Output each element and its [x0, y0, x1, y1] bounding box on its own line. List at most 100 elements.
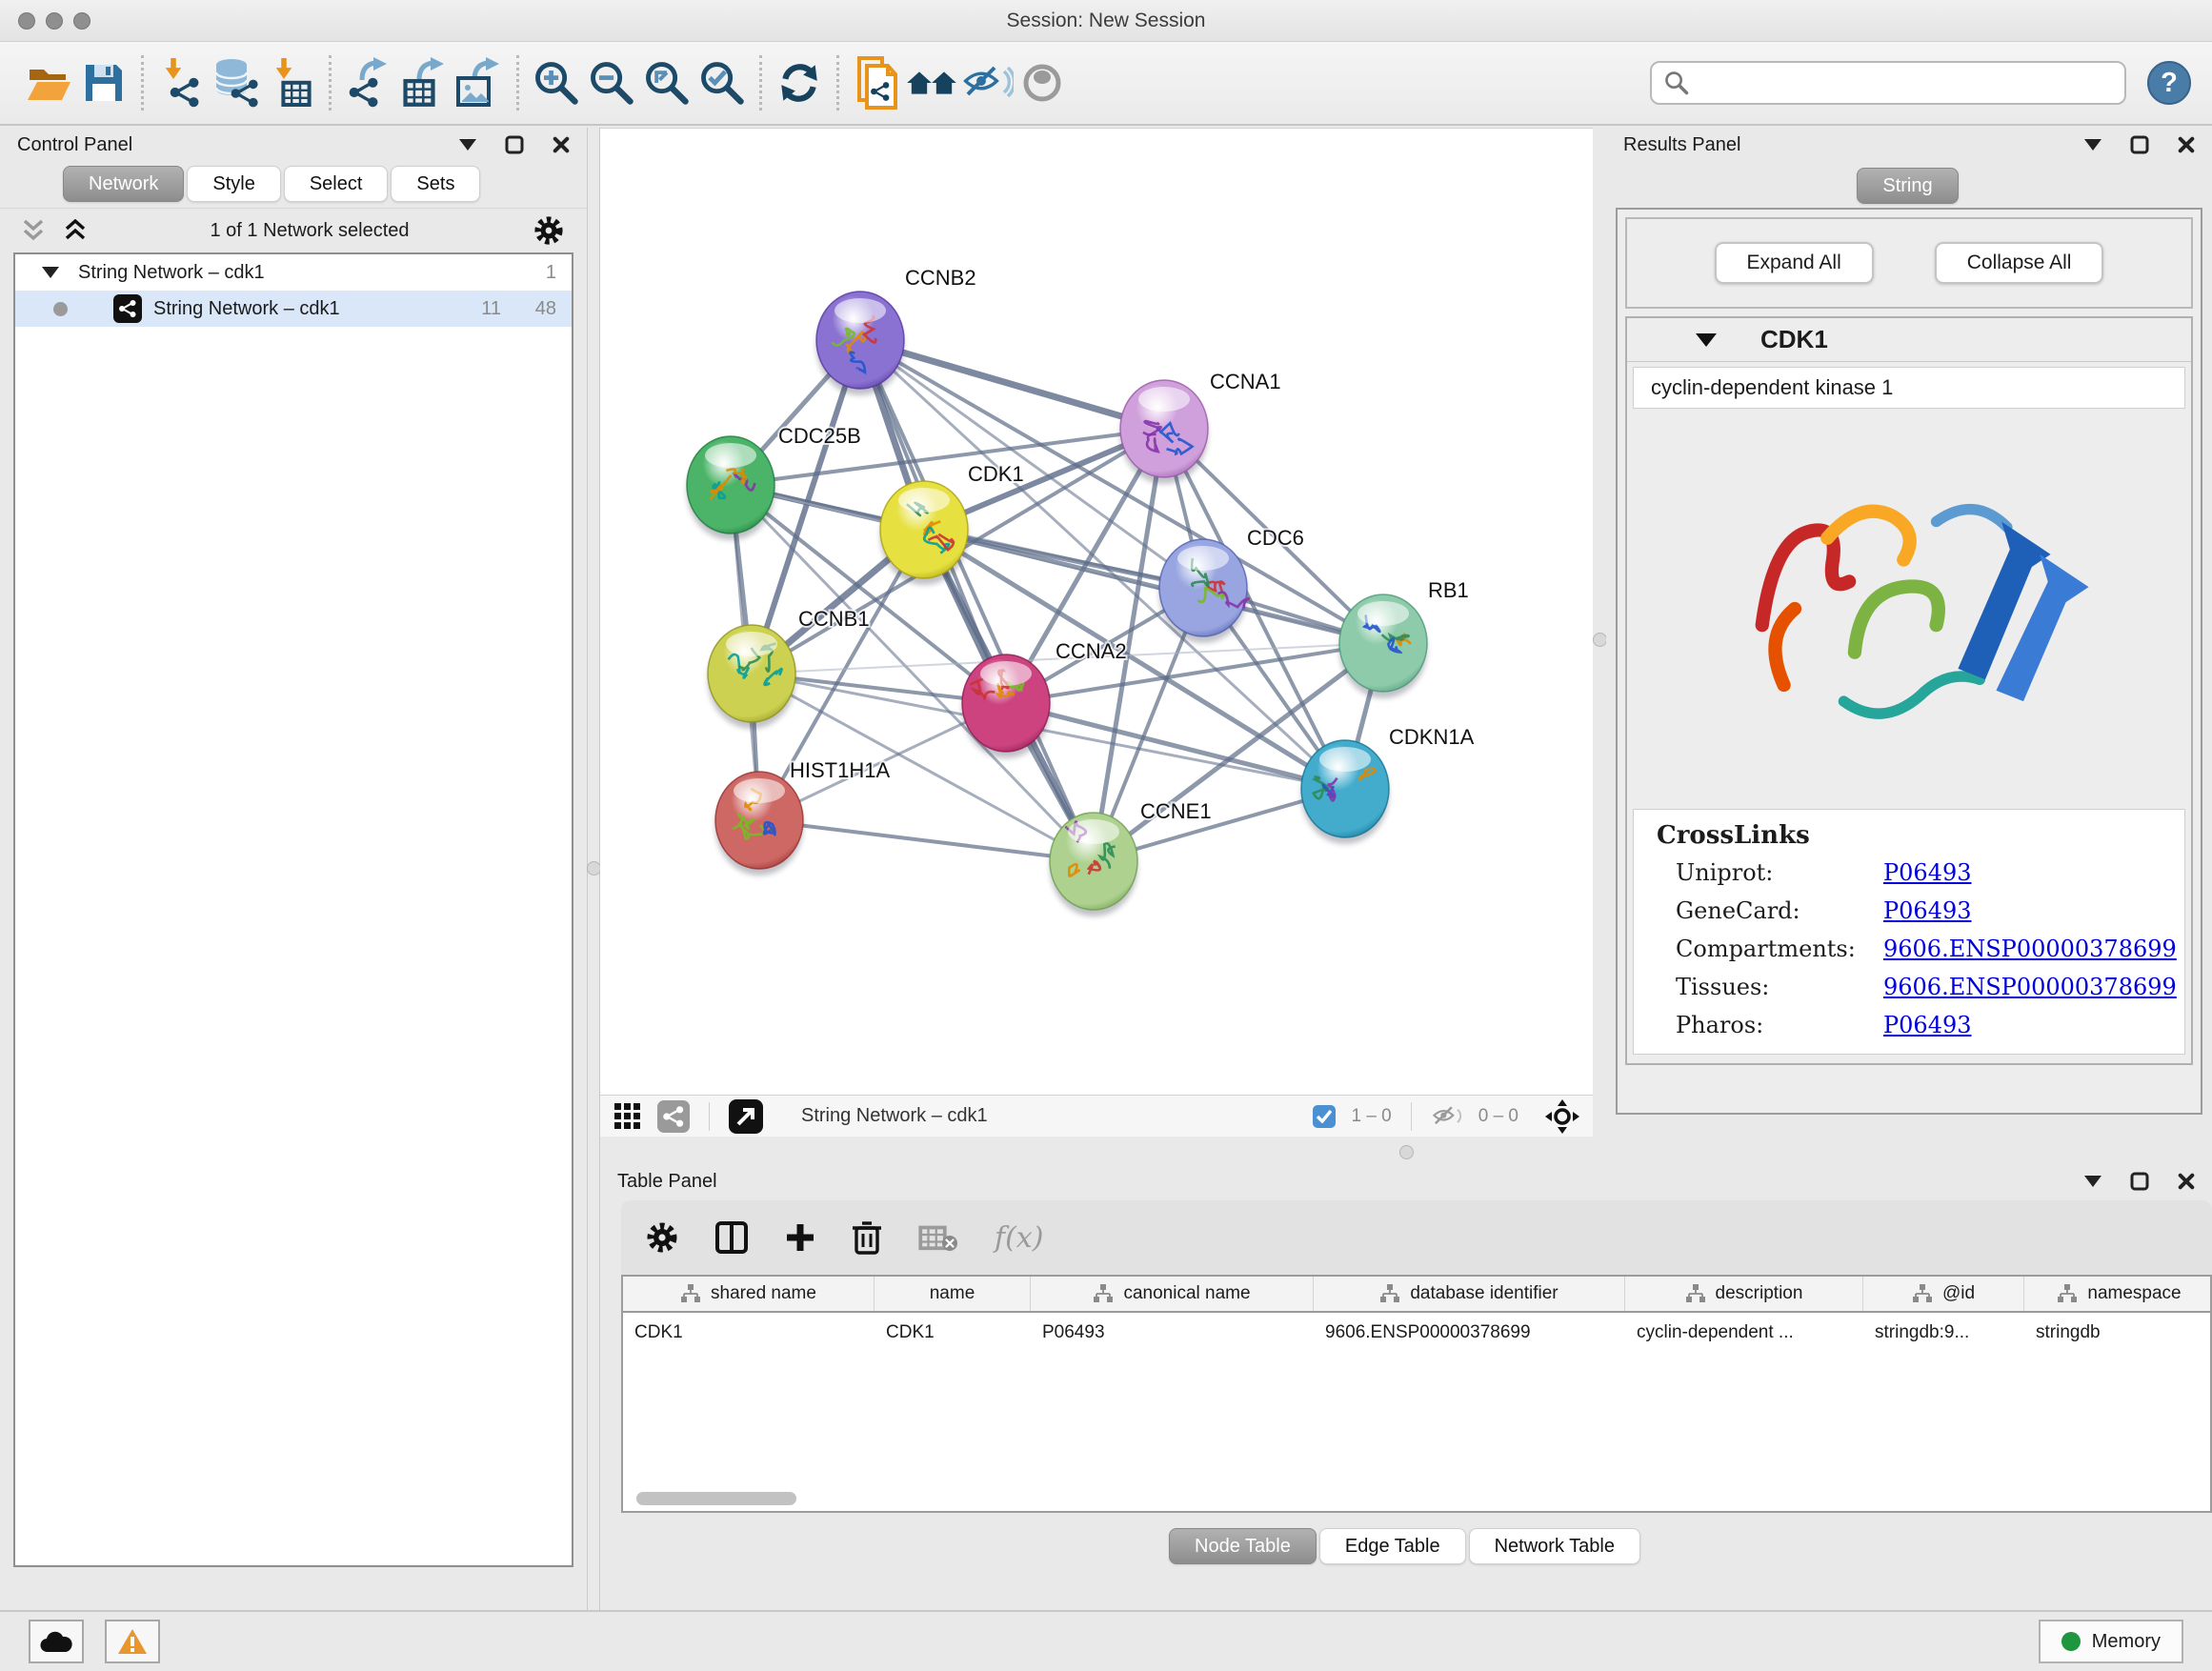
export-network-button[interactable]: [341, 53, 396, 112]
column-header-database-identifier[interactable]: database identifier: [1314, 1277, 1625, 1311]
help-button[interactable]: ?: [2147, 61, 2191, 105]
crosslink-compartments-link[interactable]: 9606.ENSP00000378699: [1883, 936, 2184, 962]
network-node-ccne1[interactable]: CCNE1: [1050, 799, 1212, 916]
clone-network-button[interactable]: [849, 53, 904, 112]
save-session-button[interactable]: [76, 53, 131, 112]
table-cell[interactable]: CDK1: [623, 1322, 875, 1343]
network-node-ccnb2[interactable]: CCNB2: [816, 266, 976, 395]
search-box[interactable]: [1650, 61, 2126, 105]
tab-node-table[interactable]: Node Table: [1169, 1528, 1317, 1564]
network-node-cdkn1a[interactable]: CDKN1A: [1301, 725, 1475, 844]
zoom-out-button[interactable]: [584, 53, 639, 112]
export-table-button[interactable]: [396, 53, 452, 112]
column-header-shared-name[interactable]: shared name: [623, 1277, 875, 1311]
column-header-name[interactable]: name: [875, 1277, 1031, 1311]
import-table-from-file-button[interactable]: [264, 53, 319, 112]
zoom-selected-button[interactable]: [694, 53, 750, 112]
network-canvas[interactable]: CCNB2CCNA1CDC25BCDK1CDC6RB1CCNB1CCNA2CDK…: [600, 129, 1593, 1095]
close-panel-icon[interactable]: [2178, 1173, 2195, 1190]
tab-string[interactable]: String: [1857, 168, 1958, 204]
expand-all-chevron-icon[interactable]: [65, 219, 86, 242]
selected-checkbox[interactable]: [1313, 1105, 1336, 1128]
network-edge[interactable]: [860, 340, 1094, 861]
crosslink-pharos-link[interactable]: P06493: [1883, 1012, 2184, 1038]
open-session-button[interactable]: [21, 53, 76, 112]
gene-section-header[interactable]: CDK1: [1627, 318, 2191, 362]
float-panel-icon[interactable]: [505, 135, 524, 154]
memory-button[interactable]: Memory: [2039, 1620, 2183, 1663]
column-header--id[interactable]: @id: [1863, 1277, 2024, 1311]
network-edge[interactable]: [924, 530, 1383, 643]
crosslink-uniprot-link[interactable]: P06493: [1883, 859, 2184, 886]
open-in-window-icon[interactable]: [729, 1099, 763, 1134]
network-node-rb1[interactable]: RB1: [1339, 578, 1469, 698]
copy-document-icon: [854, 56, 899, 110]
table-cell[interactable]: stringdb:9...: [1863, 1322, 2024, 1343]
warnings-button[interactable]: [105, 1620, 160, 1663]
network-node-hist1h1a[interactable]: HIST1H1A: [715, 758, 890, 876]
hide-selected-button[interactable]: [959, 53, 1015, 112]
import-network-from-file-button[interactable]: [153, 53, 209, 112]
column-header-description[interactable]: description: [1625, 1277, 1863, 1311]
collection-row[interactable]: String Network – cdk1 1: [15, 254, 572, 291]
table-cell[interactable]: 9606.ENSP00000378699: [1314, 1322, 1625, 1343]
show-all-button[interactable]: [1015, 53, 1070, 112]
cloud-status-button[interactable]: [29, 1620, 84, 1663]
create-column-plus-icon[interactable]: [785, 1222, 815, 1253]
panel-menu-icon[interactable]: [2084, 139, 2101, 151]
expander-icon[interactable]: [42, 267, 59, 278]
table-cell[interactable]: stringdb: [2024, 1322, 2212, 1343]
crosslink-tissues-link[interactable]: 9606.ENSP00000378699: [1883, 974, 2184, 1000]
network-edge[interactable]: [860, 340, 1164, 429]
search-input[interactable]: [1690, 64, 2113, 102]
close-panel-icon[interactable]: [2178, 136, 2195, 153]
collapse-all-chevron-icon[interactable]: [23, 219, 44, 242]
node-label: CDK1: [968, 462, 1024, 486]
tab-edge-table[interactable]: Edge Table: [1319, 1528, 1466, 1564]
network-node-cdc25b[interactable]: CDC25B: [687, 424, 861, 540]
splitter-handle[interactable]: [587, 861, 601, 876]
network-row[interactable]: String Network – cdk1 11 48: [15, 291, 572, 327]
zoom-in-button[interactable]: [529, 53, 584, 112]
column-header-canonical-name[interactable]: canonical name: [1031, 1277, 1314, 1311]
zoom-fit-button[interactable]: [639, 53, 694, 112]
tab-style[interactable]: Style: [187, 166, 280, 202]
birds-eye-view-icon[interactable]: [613, 1102, 642, 1131]
horizontal-splitter[interactable]: [600, 1139, 2212, 1164]
vertical-splitter-right[interactable]: [1593, 128, 1606, 1136]
float-panel-icon[interactable]: [2130, 1172, 2149, 1191]
show-columns-icon[interactable]: [714, 1220, 749, 1255]
panel-menu-icon[interactable]: [2084, 1176, 2101, 1187]
splitter-handle[interactable]: [1593, 633, 1607, 647]
table-settings-gear-icon[interactable]: [646, 1221, 678, 1254]
splitter-handle[interactable]: [1399, 1145, 1414, 1159]
tab-network-table[interactable]: Network Table: [1469, 1528, 1640, 1564]
crosslink-genecard-link[interactable]: P06493: [1883, 897, 2184, 924]
collapse-triangle-icon[interactable]: [1696, 333, 1717, 347]
expand-all-button[interactable]: Expand All: [1715, 242, 1874, 284]
network-share-icon[interactable]: [657, 1100, 690, 1133]
tab-select[interactable]: Select: [284, 166, 389, 202]
gear-icon[interactable]: [533, 215, 564, 246]
first-neighbors-button[interactable]: [904, 53, 959, 112]
table-header-row: shared namenamecanonical namedatabase id…: [623, 1277, 2210, 1313]
column-header-namespace[interactable]: namespace: [2024, 1277, 2212, 1311]
collapse-all-button[interactable]: Collapse All: [1935, 242, 2104, 284]
table-cell[interactable]: cyclin-dependent ...: [1625, 1322, 1863, 1343]
delete-column-trash-icon[interactable]: [852, 1220, 882, 1255]
close-panel-icon[interactable]: [553, 136, 570, 153]
float-panel-icon[interactable]: [2130, 135, 2149, 154]
horizontal-scrollbar[interactable]: [636, 1492, 796, 1505]
export-image-button[interactable]: [452, 53, 507, 112]
table-cell[interactable]: CDK1: [875, 1322, 1031, 1343]
refresh-button[interactable]: [772, 53, 827, 112]
tab-network[interactable]: Network: [63, 166, 184, 202]
panel-menu-icon[interactable]: [459, 139, 476, 151]
import-network-from-database-button[interactable]: [209, 53, 264, 112]
vertical-splitter-left[interactable]: [587, 128, 600, 1610]
pan-crosshair-icon[interactable]: [1545, 1099, 1579, 1134]
table-cell[interactable]: P06493: [1031, 1322, 1314, 1343]
tab-sets[interactable]: Sets: [391, 166, 480, 202]
table-row[interactable]: CDK1CDK1P064939606.ENSP00000378699cyclin…: [623, 1313, 2210, 1353]
network-edge[interactable]: [759, 820, 1094, 861]
